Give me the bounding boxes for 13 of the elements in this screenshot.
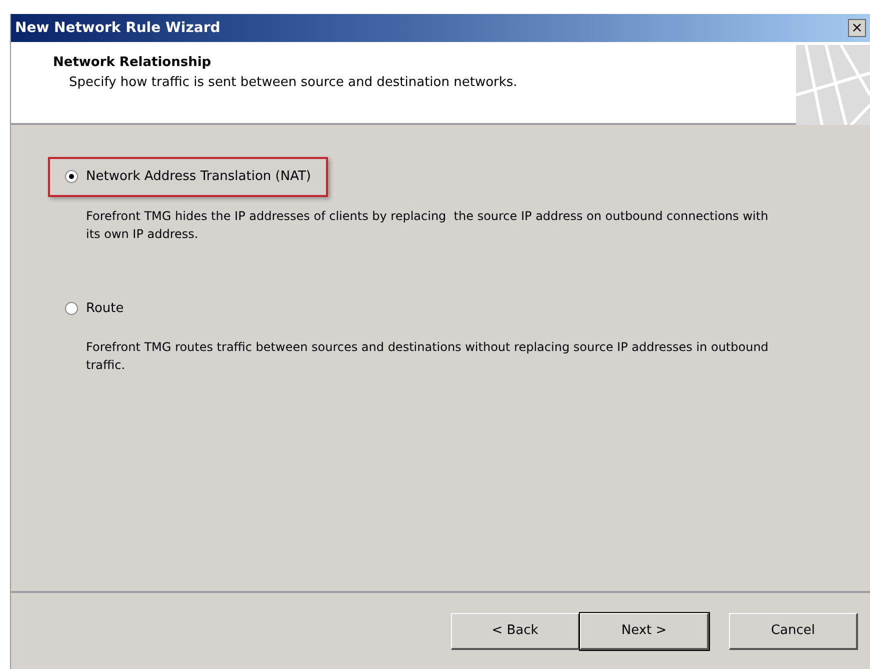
option-label[interactable]: Route <box>86 298 124 318</box>
option-label[interactable]: Network Address Translation (NAT) <box>86 167 311 186</box>
page-title: Network Relationship <box>53 54 212 72</box>
radio-button[interactable] <box>65 302 78 315</box>
option-description: Forefront TMG routes traffic between sources and destinations without replacing source IP addresses in outbound traffic. <box>85 339 770 374</box>
radio-button[interactable] <box>65 170 78 184</box>
page-subtitle: Specify how traffic is sent between source and destination networks. <box>68 74 518 92</box>
option-description: Forefront TMG hides the IP addresses of clients by replacing the source IP address on outbound connections with its own IP address. <box>85 208 770 242</box>
close-button[interactable]: × <box>848 19 866 37</box>
wizard-button[interactable]: Next > <box>580 612 709 650</box>
wizard-button[interactable]: Cancel <box>729 612 858 650</box>
window-title: New Network Rule Wizard <box>15 18 220 38</box>
wizard-button[interactable]: < Back <box>451 612 580 650</box>
